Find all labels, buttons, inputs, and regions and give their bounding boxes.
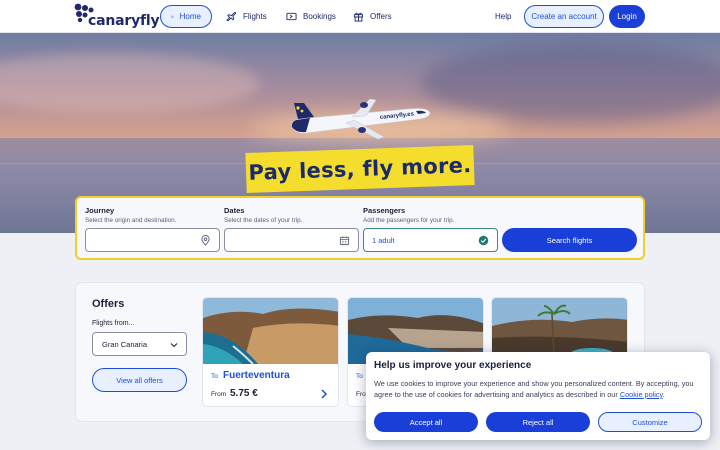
fuerteventura-photo: [203, 298, 338, 364]
card-to-label: To: [356, 373, 363, 380]
calendar-icon: [339, 236, 350, 246]
origin-select[interactable]: Gran Canaria: [92, 332, 187, 356]
nav-home-label: Home: [179, 12, 201, 21]
customize-button[interactable]: Customize: [598, 412, 702, 432]
journey-input[interactable]: [85, 228, 220, 252]
chevron-right-icon: [321, 389, 328, 399]
nav-offers-label: Offers: [370, 12, 392, 21]
nav-bookings[interactable]: Bookings: [276, 5, 346, 28]
view-all-offers-button[interactable]: View all offers: [92, 368, 187, 392]
accept-all-button[interactable]: Accept all: [374, 412, 478, 432]
card-price: 5.75 €: [230, 388, 258, 399]
site-header: canaryfly Home Flights Bookings Offers H…: [0, 0, 720, 33]
passengers-input[interactable]: 1 adult: [363, 228, 498, 252]
check-circle-icon: [478, 235, 489, 246]
dates-input[interactable]: [224, 228, 359, 252]
chevron-down-icon: [170, 343, 178, 348]
cookie-message: We use cookies to improve your experienc…: [374, 379, 694, 399]
nav-bookings-label: Bookings: [303, 12, 336, 21]
canaryfly-logo[interactable]: canaryfly: [74, 3, 160, 29]
cookie-consent-dialog: Help us improve your experience We use c…: [366, 352, 710, 440]
plane-icon: [226, 12, 237, 22]
dates-hint: Select the dates of your trip.: [224, 217, 303, 224]
nav-flights-label: Flights: [243, 12, 267, 21]
passengers-label: Passengers: [363, 206, 406, 215]
offer-card[interactable]: To Fuerteventura From 5.75 €: [202, 297, 339, 407]
brand-name: canaryfly: [88, 13, 160, 29]
cookie-policy-link[interactable]: Cookie policy: [620, 390, 663, 399]
gift-icon: [353, 12, 364, 22]
journey-hint: Select the origin and destination.: [85, 217, 177, 224]
journey-label: Journey: [85, 206, 115, 215]
cookie-title: Help us improve your experience: [374, 360, 532, 371]
reject-all-button[interactable]: Reject all: [486, 412, 590, 432]
slogan-banner: Pay less, fly more.: [245, 145, 475, 193]
flight-search-box: Journey Select the origin and destinatio…: [75, 196, 645, 260]
card-from-label: From: [211, 391, 227, 398]
dates-label: Dates: [224, 206, 245, 215]
airplane-illustration: canaryfly.es: [291, 98, 431, 140]
offers-title: Offers: [92, 298, 125, 310]
hero-slogan: Pay less, fly more.: [248, 153, 472, 185]
flights-from-label: Flights from...: [92, 320, 135, 327]
nav-flights[interactable]: Flights: [216, 5, 277, 28]
card-destination: Fuerteventura: [223, 370, 290, 381]
passengers-hint: Add the passengers for your trip.: [363, 217, 455, 224]
search-flights-button[interactable]: Search flights: [502, 228, 637, 252]
card-from-label: Fro: [356, 391, 366, 398]
login-button[interactable]: Login: [609, 5, 645, 28]
passengers-value: 1 adult: [372, 235, 395, 245]
nav-home[interactable]: Home: [160, 5, 212, 28]
ticket-icon: [286, 12, 297, 21]
origin-select-value: Gran Canaria: [102, 339, 148, 349]
help-link[interactable]: Help: [495, 12, 511, 21]
create-account-button[interactable]: Create an account: [524, 5, 604, 28]
card-to-label: To: [211, 373, 218, 380]
hero-cloud: [0, 53, 260, 113]
home-icon: [171, 15, 174, 18]
nav-offers[interactable]: Offers: [343, 5, 402, 28]
location-pin-icon: [201, 235, 210, 246]
hero-cloud: [420, 43, 720, 123]
